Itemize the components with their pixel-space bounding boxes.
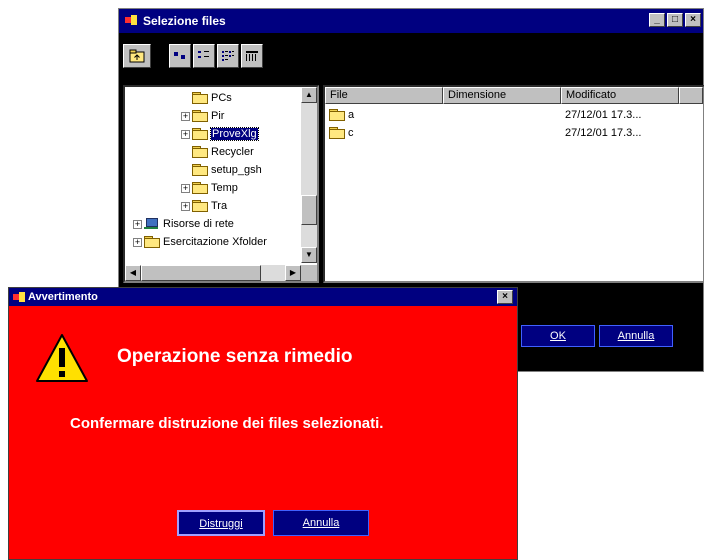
tree-item-label: setup_gsh bbox=[211, 164, 262, 176]
warning-dialog-titlebar[interactable]: Avvertimento × bbox=[9, 288, 517, 306]
tree-vertical-scrollbar[interactable]: ▲ ▼ bbox=[301, 87, 317, 263]
folder-icon bbox=[192, 92, 208, 104]
cancel-button[interactable]: Annulla bbox=[273, 510, 369, 536]
scroll-up-button[interactable]: ▲ bbox=[301, 87, 317, 103]
expand-toggle[interactable]: + bbox=[133, 237, 142, 247]
list-item[interactable]: c 27/12/01 17.3... bbox=[325, 124, 685, 141]
up-folder-button[interactable] bbox=[123, 44, 151, 68]
maximize-button[interactable]: □ bbox=[667, 13, 683, 27]
column-header-modified[interactable]: Modificato bbox=[561, 87, 679, 104]
minimize-button[interactable]: _ bbox=[649, 13, 665, 27]
tree-item-label: PCs bbox=[211, 92, 232, 104]
list-view-button[interactable] bbox=[217, 44, 239, 68]
app-icon bbox=[125, 14, 139, 28]
warning-icon bbox=[36, 334, 88, 382]
dialog-message: Confermare distruzione dei files selezio… bbox=[70, 415, 384, 432]
ok-button[interactable]: OK bbox=[521, 325, 595, 347]
column-header-size[interactable]: Dimensione bbox=[443, 87, 561, 104]
tree-item-label: Temp bbox=[211, 182, 238, 194]
tree-item[interactable]: + Pir bbox=[181, 107, 224, 125]
file-modified: 27/12/01 17.3... bbox=[565, 126, 642, 139]
column-header-file[interactable]: File bbox=[325, 87, 443, 104]
folder-icon bbox=[329, 108, 345, 121]
app-icon bbox=[13, 291, 25, 303]
tree-item-label: Tra bbox=[211, 200, 228, 212]
scroll-corner bbox=[301, 265, 317, 281]
small-icons-view-button[interactable] bbox=[193, 44, 215, 68]
scroll-down-button[interactable]: ▼ bbox=[301, 247, 317, 263]
file-name: c bbox=[348, 126, 354, 139]
details-view-icon bbox=[246, 51, 258, 61]
tree-item-label: Risorse di rete bbox=[163, 218, 234, 230]
tree-item-label: Recycler bbox=[211, 146, 254, 158]
network-icon bbox=[144, 218, 160, 230]
large-icons-view-icon bbox=[174, 52, 185, 59]
tree-item-label: Esercitazione Xfolder bbox=[163, 236, 267, 248]
folder-tree[interactable]: PCs + Pir + ProveXlg Recycler setup_gsh … bbox=[123, 85, 319, 283]
scroll-left-button[interactable]: ◀ bbox=[125, 265, 141, 281]
list-item[interactable]: a 27/12/01 17.3... bbox=[325, 106, 685, 123]
tree-item[interactable]: + Risorse di rete bbox=[133, 215, 234, 233]
small-icons-view-icon bbox=[198, 51, 209, 58]
details-view-button[interactable] bbox=[241, 44, 263, 68]
toolbar bbox=[123, 41, 265, 71]
expand-toggle[interactable]: + bbox=[181, 111, 190, 121]
large-icons-view-button[interactable] bbox=[169, 44, 191, 68]
folder-icon bbox=[192, 146, 208, 158]
folder-icon bbox=[192, 182, 208, 194]
tree-item[interactable]: + Tra bbox=[181, 197, 227, 215]
folder-icon bbox=[144, 236, 160, 248]
dialog-heading: Operazione senza rimedio bbox=[117, 346, 353, 367]
expand-toggle[interactable]: + bbox=[181, 129, 190, 139]
list-header: File Dimensione Modificato bbox=[325, 87, 703, 104]
file-modified: 27/12/01 17.3... bbox=[565, 108, 642, 121]
file-name: a bbox=[348, 108, 355, 121]
close-button[interactable]: × bbox=[497, 290, 513, 304]
tree-item[interactable]: + Esercitazione Xfolder bbox=[133, 233, 267, 251]
folder-icon bbox=[192, 110, 208, 122]
close-button[interactable]: × bbox=[685, 13, 701, 27]
file-list[interactable]: File Dimensione Modificato a 27/12/01 17… bbox=[323, 85, 704, 283]
scroll-thumb[interactable] bbox=[141, 265, 261, 281]
tree-item[interactable]: setup_gsh bbox=[181, 161, 262, 179]
warning-dialog-title: Avvertimento bbox=[28, 291, 98, 303]
folder-icon bbox=[329, 126, 345, 139]
destroy-button[interactable]: Distruggi bbox=[177, 510, 265, 536]
files-window-title: Selezione files bbox=[143, 14, 226, 28]
up-folder-icon bbox=[129, 49, 145, 63]
folder-icon bbox=[192, 164, 208, 176]
tree-item-label: Pir bbox=[211, 110, 225, 122]
expand-toggle[interactable]: + bbox=[181, 201, 190, 211]
tree-horizontal-scrollbar[interactable]: ◀ ▶ bbox=[125, 265, 301, 281]
tree-item-label: ProveXlg bbox=[210, 127, 259, 141]
warning-dialog: Avvertimento × Operazione senza rimedio … bbox=[8, 287, 518, 560]
tree-item-selected[interactable]: + ProveXlg bbox=[181, 125, 259, 143]
files-window-titlebar[interactable]: Selezione files _ □ × bbox=[119, 9, 703, 33]
scroll-right-button[interactable]: ▶ bbox=[285, 265, 301, 281]
tree-item[interactable]: Recycler bbox=[181, 143, 254, 161]
expand-toggle[interactable]: + bbox=[181, 183, 190, 193]
column-header-empty bbox=[679, 87, 703, 104]
open-folder-icon bbox=[192, 128, 208, 140]
tree-item[interactable]: PCs bbox=[181, 89, 232, 107]
list-view-icon bbox=[222, 51, 234, 61]
expand-toggle[interactable]: + bbox=[133, 219, 142, 229]
tree-item[interactable]: + Temp bbox=[181, 179, 238, 197]
folder-icon bbox=[192, 200, 208, 212]
cancel-button[interactable]: Annulla bbox=[599, 325, 673, 347]
scroll-thumb[interactable] bbox=[301, 195, 317, 225]
